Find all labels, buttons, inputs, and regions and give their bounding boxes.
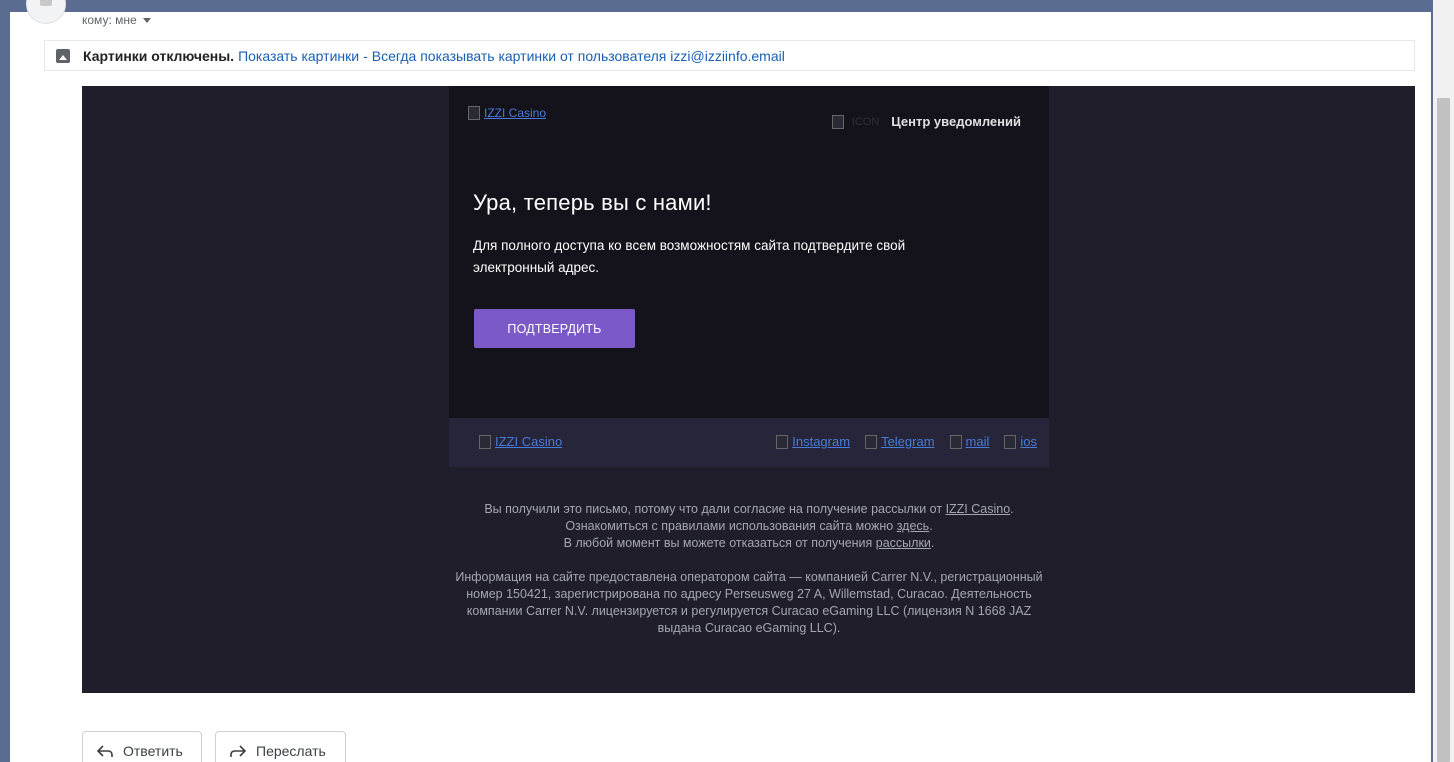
rules-link[interactable]: здесь — [897, 519, 929, 533]
images-disabled-bar: Картинки отключены. Показать картинки - … — [44, 40, 1415, 71]
ios-link[interactable]: ios — [1004, 434, 1037, 449]
reply-label: Ответить — [123, 743, 183, 759]
image-icon — [56, 48, 70, 63]
legal-text-segment: В любой момент вы можете отказаться от п… — [563, 536, 876, 550]
chevron-down-icon — [142, 17, 151, 23]
always-show-images-link[interactable]: Всегда показывать картинки от пользовате… — [372, 48, 785, 64]
legal-text-segment: . — [930, 536, 935, 550]
consent-notice: Вы получили это письмо, потому что дали … — [449, 501, 1049, 552]
email-body: IZZI Casino ICON Центр уведомлений Ура, … — [82, 86, 1415, 693]
confirm-button[interactable]: ПОДТВЕРДИТЬ — [474, 309, 635, 348]
broken-image-icon — [1004, 434, 1017, 449]
notification-icon-alt: ICON — [851, 115, 880, 128]
izzi-logo-link[interactable]: IZZI Casino — [467, 106, 547, 121]
legal-text-segment: . — [929, 519, 933, 533]
social-links: Instagram Telegram mail ios — [776, 434, 1037, 449]
legal-text-segment: Ознакомиться с правилами использования с… — [565, 519, 897, 533]
legal-text-segment: . — [1010, 502, 1014, 516]
scrollbar[interactable] — [1433, 0, 1454, 762]
email-headline: Ура, теперь вы с нами! — [473, 190, 712, 215]
forward-button[interactable]: Переслать — [215, 731, 346, 762]
forward-icon — [230, 745, 246, 757]
notification-center-link[interactable]: ICON Центр уведомлений — [831, 114, 1021, 129]
broken-image-icon — [467, 106, 480, 120]
recipient-label: кому: мне — [82, 13, 137, 27]
images-disabled-status: Картинки отключены. — [83, 47, 235, 64]
legal-text: Вы получили это письмо, потому что дали … — [449, 501, 1049, 637]
show-images-link[interactable]: Показать картинки — [238, 48, 359, 64]
social-label: mail — [965, 434, 990, 449]
forward-label: Переслать — [256, 743, 326, 759]
social-label: Telegram — [881, 434, 935, 449]
social-label: Instagram — [792, 434, 851, 449]
footer-logo-alt: IZZI Casino — [495, 434, 563, 449]
footer-logo-link[interactable]: IZZI Casino — [479, 434, 562, 449]
unsubscribe-link[interactable]: рассылки — [876, 536, 931, 550]
broken-image-icon — [831, 114, 844, 129]
izzi-casino-link[interactable]: IZZI Casino — [946, 502, 1011, 516]
notification-center-label: Центр уведомлений — [891, 114, 1021, 129]
scrollbar-thumb[interactable] — [1437, 98, 1450, 762]
mail-link[interactable]: mail — [949, 434, 990, 449]
reply-button[interactable]: Ответить — [82, 731, 202, 762]
social-label: ios — [1020, 434, 1037, 449]
broken-image-icon — [776, 434, 789, 449]
recipient-details-toggle[interactable]: кому: мне — [82, 12, 151, 28]
broken-image-icon — [479, 434, 491, 449]
avatar-icon — [40, 0, 52, 6]
operator-info: Информация на сайте предоставлена операт… — [455, 570, 1043, 635]
broken-image-icon — [949, 434, 962, 449]
email-body-text: Для полного доступа ко всем возможностям… — [473, 238, 906, 275]
email-footer-bar: IZZI Casino Instagram Telegram mail ios — [449, 418, 1049, 467]
telegram-link[interactable]: Telegram — [865, 434, 935, 449]
reply-icon — [97, 745, 113, 757]
email-card: IZZI Casino ICON Центр уведомлений Ура, … — [449, 86, 1049, 418]
bar-separator: - — [363, 47, 368, 64]
logo-alt-text: IZZI Casino — [483, 106, 546, 120]
broken-image-icon — [865, 434, 878, 449]
legal-text-segment: Вы получили это письмо, потому что дали … — [484, 502, 946, 516]
instagram-link[interactable]: Instagram — [776, 434, 850, 449]
